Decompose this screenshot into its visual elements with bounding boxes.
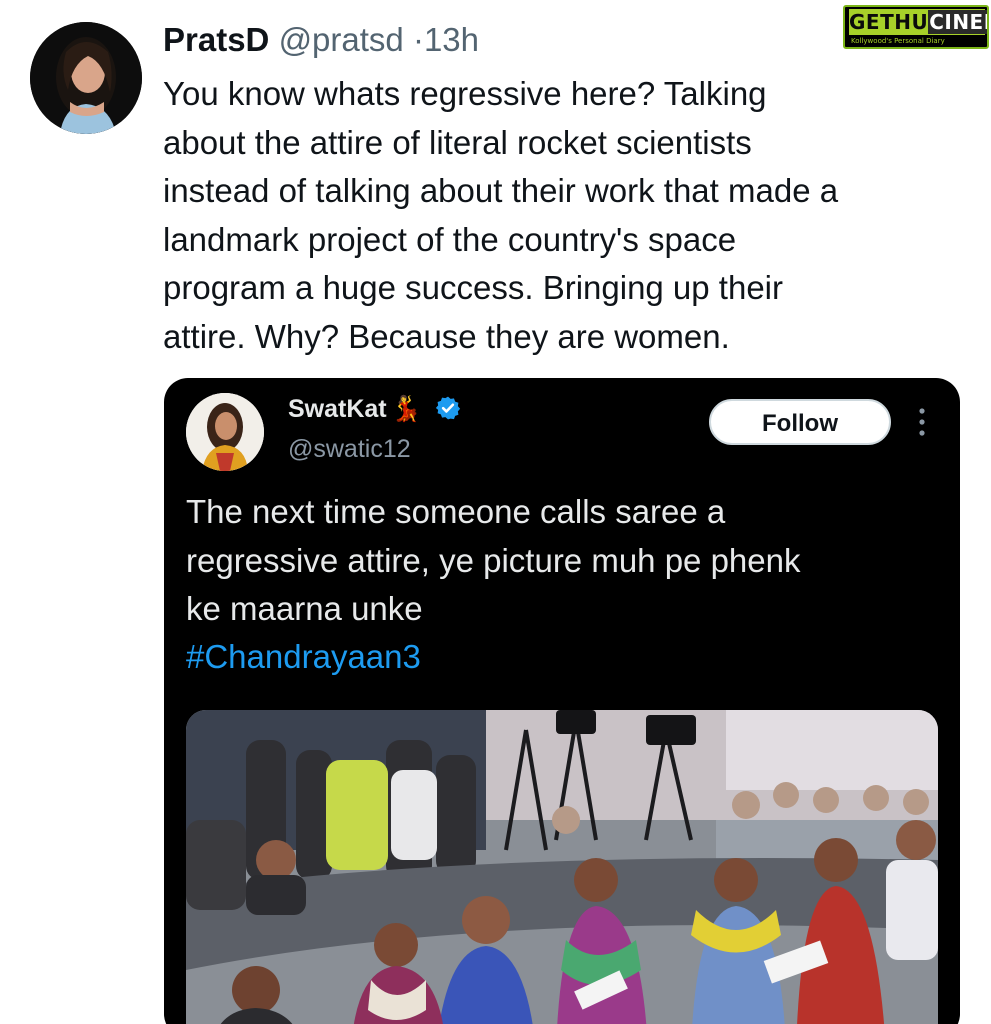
author-name[interactable]: PratsD: [163, 21, 269, 58]
hashtag-link[interactable]: #Chandrayaan3: [186, 633, 421, 682]
header-separator: ·: [412, 21, 424, 58]
more-options-icon[interactable]: [916, 406, 928, 438]
attached-photo[interactable]: [186, 710, 938, 1024]
watermark-title: GETHUCINEMA: [849, 9, 987, 35]
follow-button[interactable]: Follow: [709, 399, 891, 445]
tweet-timestamp[interactable]: 13h: [424, 21, 479, 58]
verified-badge-icon: [435, 396, 460, 420]
tweet-header: PratsD @pratsd ·13h: [163, 20, 479, 60]
quoted-author-avatar[interactable]: [186, 393, 264, 471]
quoted-author-handle[interactable]: @swatic12: [288, 432, 411, 466]
quoted-author-name[interactable]: SwatKat: [288, 395, 387, 423]
quoted-tweet-text: The next time someone calls saree a regr…: [186, 493, 801, 627]
author-handle[interactable]: @pratsd: [279, 21, 404, 58]
quoted-author-name-row[interactable]: SwatKat 💃: [288, 392, 461, 426]
watermark-subtitle: Kollywood's Personal Diary: [851, 37, 945, 45]
gethucinema-watermark-logo: GETHUCINEMA Kollywood's Personal Diary: [843, 5, 989, 49]
quoted-tweet-card[interactable]: SwatKat 💃 @swatic12 Follow The next time …: [164, 378, 960, 1024]
tweet-text: You know whats regressive here? Talking …: [163, 75, 839, 355]
author-avatar[interactable]: [30, 22, 142, 134]
dancer-emoji: 💃: [390, 395, 422, 423]
